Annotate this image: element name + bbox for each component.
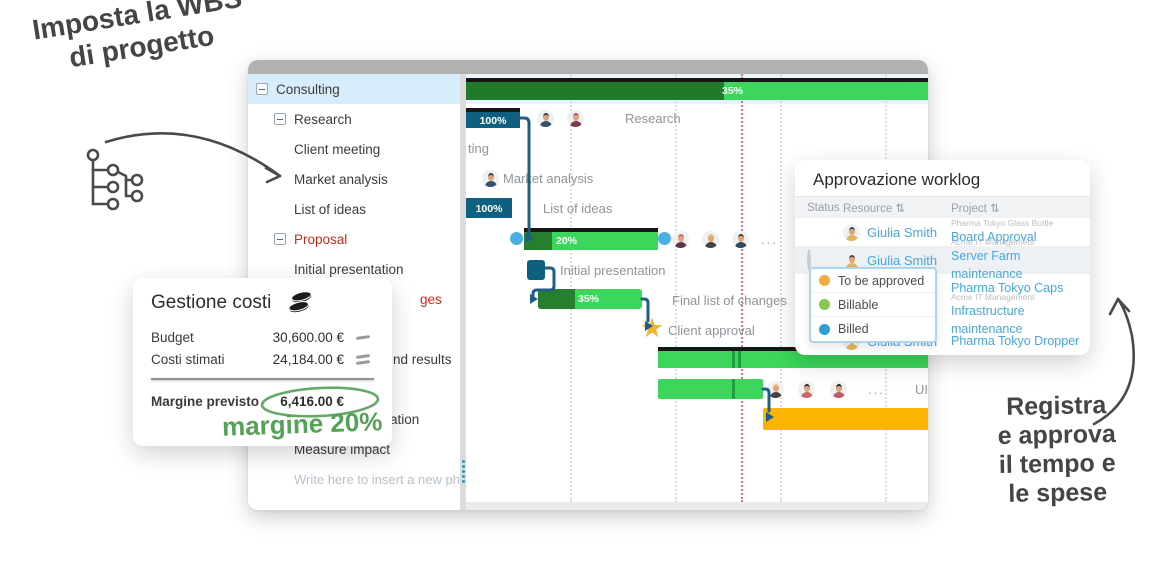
annotation-worklog: Registra e approva il tempo e le spese	[971, 391, 1143, 510]
collapse-icon[interactable]	[256, 83, 268, 95]
resource-name[interactable]: Giulia Smith	[867, 253, 937, 268]
status-dot-blue	[819, 324, 830, 335]
task-label: ges	[420, 292, 442, 307]
status-option-billed[interactable]: Billed	[811, 317, 935, 341]
budget-label: Budget	[151, 330, 194, 345]
task-label: List of ideas	[294, 202, 366, 217]
margin-label: Margine previsto	[151, 394, 259, 409]
task-row-client-meeting[interactable]: Client meeting	[248, 134, 460, 164]
sort-icon: ⇅	[990, 203, 1000, 215]
task-label: Research	[294, 112, 352, 127]
estimated-costs-row: Costi stimati 24,184.00 €	[151, 348, 374, 370]
sort-icon: ⇅	[895, 203, 905, 215]
horizontal-scrollbar[interactable]	[466, 502, 928, 510]
splitter-grip-icon[interactable]	[462, 458, 465, 485]
task-row-market-analysis[interactable]: Market analysis	[248, 164, 460, 194]
client-name: Pharma Tokyo Glass Bottle	[951, 218, 1090, 228]
resource-avatar	[843, 252, 860, 269]
task-label: Client meeting	[294, 142, 380, 157]
task-label: Consulting	[276, 82, 340, 97]
window-top-band	[248, 60, 928, 74]
worklog-table-header: Status Resource ⇅ Project ⇅	[795, 197, 1090, 218]
dash-icon	[352, 336, 374, 339]
project-link[interactable]: Pharma Tokyo Dropper	[951, 334, 1079, 348]
budget-row: Budget 30,600.00 €	[151, 326, 374, 348]
estimated-costs-value: 24,184.00 €	[273, 352, 344, 367]
budget-value: 30,600.00 €	[273, 330, 344, 345]
status-dot-green	[819, 299, 830, 310]
worklog-approval-card: Approvazione worklog Status Resource ⇅ P…	[795, 160, 1090, 355]
client-name: Acme IT Management	[951, 237, 1090, 247]
cost-card-title: Gestione costi	[151, 292, 271, 314]
resource-avatar	[843, 224, 860, 241]
client-name: Acme IT Management	[951, 292, 1090, 302]
collapse-icon[interactable]	[274, 233, 286, 245]
margin-note: margine 20%	[221, 406, 382, 443]
status-option-to-be-approved[interactable]: To be approved	[811, 269, 935, 293]
task-label: Proposal	[294, 232, 347, 247]
new-phase-input[interactable]: Write here to insert a new phase	[248, 464, 460, 494]
task-row-proposal[interactable]: Proposal	[248, 224, 460, 254]
cost-management-card: Gestione costi Budget 30,600.00 € Costi …	[133, 278, 392, 446]
resource-name[interactable]: Giulia Smith	[867, 225, 937, 240]
task-label: nd results	[393, 352, 452, 367]
task-label: Market analysis	[294, 172, 388, 187]
double-dash-icon	[352, 355, 374, 364]
task-row-list-of-ideas[interactable]: List of ideas	[248, 194, 460, 224]
column-project[interactable]: Project ⇅	[951, 201, 1090, 215]
wbs-tree-icon	[88, 150, 142, 209]
status-option-billable[interactable]: Billable	[811, 293, 935, 317]
column-resource[interactable]: Resource ⇅	[843, 201, 951, 215]
status-dot-yellow	[819, 275, 830, 286]
collapse-icon[interactable]	[274, 113, 286, 125]
status-dropdown: To be approved Billable Billed	[809, 267, 937, 343]
estimated-costs-label: Costi stimati	[151, 352, 225, 367]
divider	[151, 378, 374, 380]
task-row-consulting[interactable]: Consulting	[248, 74, 460, 104]
task-label: Initial presentation	[294, 262, 404, 277]
task-label: ation	[390, 412, 419, 427]
task-row-research[interactable]: Research	[248, 104, 460, 134]
project-link[interactable]: Server Farm maintenance	[951, 249, 1023, 281]
project-link[interactable]: Infrastructure maintenance	[951, 304, 1025, 336]
coins-icon	[285, 292, 317, 314]
worklog-title: Approvazione worklog	[795, 160, 1090, 197]
margin-value: 6,416.00 €	[280, 394, 344, 409]
column-status[interactable]: Status	[807, 202, 843, 214]
